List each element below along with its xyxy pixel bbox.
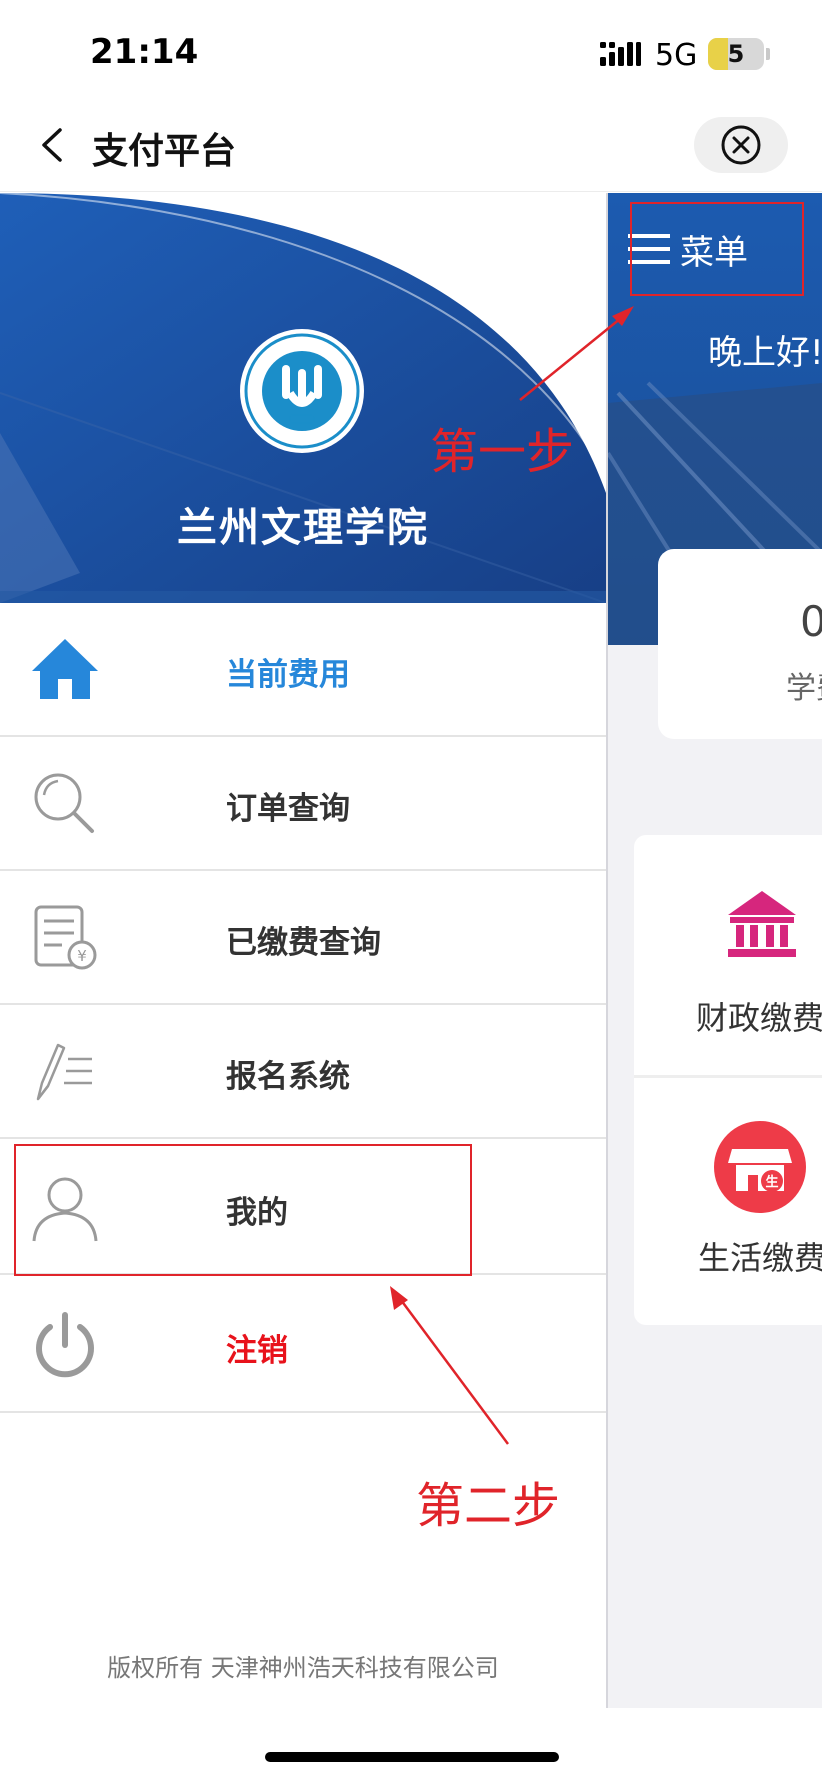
fee-summary-card[interactable]: 0 学费: [658, 549, 822, 739]
bank-icon[interactable]: [726, 889, 798, 959]
drawer-header: 兰州文理学院: [0, 193, 606, 603]
home-indicator[interactable]: [265, 1752, 559, 1762]
menu-item-logout[interactable]: 注销: [0, 1275, 606, 1413]
menu-item-current-fees[interactable]: 当前费用: [0, 603, 606, 737]
battery-icon: 5: [708, 38, 764, 70]
home-page-behind-drawer: 菜单 晚上好! 0 学费 财政缴费 生 生活缴费: [608, 193, 822, 1708]
store-icon[interactable]: 生: [712, 1119, 808, 1215]
close-button[interactable]: [694, 117, 788, 173]
back-chevron-icon[interactable]: [30, 120, 80, 170]
nav-bar: 支付平台: [0, 100, 822, 192]
annotation-box-menu: [630, 202, 804, 296]
tuition-label: 学费: [786, 671, 822, 706]
copyright-text: 版权所有 天津神州浩天科技有限公司: [107, 1654, 499, 1682]
menu-label-registration: 报名系统: [226, 1059, 350, 1095]
status-time: 21:14: [90, 32, 199, 72]
annotation-step-one: 第一步: [430, 424, 575, 480]
annotation-box-mine: [14, 1144, 472, 1276]
school-name: 兰州文理学院: [177, 505, 429, 551]
menu-item-registration[interactable]: 报名系统: [0, 1005, 606, 1139]
cellular-signal-icon: [600, 42, 641, 66]
home-icon: [32, 639, 98, 699]
tile-label-finance[interactable]: 财政缴费: [696, 993, 822, 1039]
menu-label-logout: 注销: [226, 1333, 288, 1369]
tuition-amount: 0: [800, 597, 822, 646]
svg-text:生: 生: [765, 1174, 778, 1190]
battery-level: 5: [727, 40, 745, 68]
menu-label-paid-query: 已缴费查询: [226, 925, 381, 961]
menu-label-current-fees: 当前费用: [226, 657, 350, 693]
menu-item-paid-query[interactable]: ¥ 已缴费查询: [0, 871, 606, 1005]
network-type: 5G: [655, 38, 698, 73]
search-icon: [34, 773, 94, 833]
power-icon: [36, 1312, 94, 1378]
payment-platform-screen: 21:14 5G 5 支付平台 菜单 晚上好! 0 学 财政缴费 生 生活缴费 …: [0, 0, 822, 1780]
university-logo: [240, 329, 364, 453]
receipt-icon: ¥: [34, 905, 97, 970]
menu-label-order-query: 订单查询: [226, 791, 350, 827]
page-title: 支付平台: [92, 131, 237, 172]
pen-list-icon: [36, 1043, 92, 1101]
battery-tip: [766, 48, 770, 60]
svg-text:¥: ¥: [77, 947, 87, 965]
tile-label-living[interactable]: 生活缴费: [698, 1233, 822, 1279]
status-bar: 21:14 5G 5: [0, 0, 822, 100]
menu-item-order-query[interactable]: 订单查询: [0, 737, 606, 871]
tile-divider: [634, 1075, 822, 1078]
close-circle-icon: [721, 125, 761, 165]
drawer-edge: [606, 193, 608, 1708]
annotation-step-two: 第二步: [416, 1478, 561, 1534]
greeting-text: 晚上好!: [708, 333, 822, 373]
